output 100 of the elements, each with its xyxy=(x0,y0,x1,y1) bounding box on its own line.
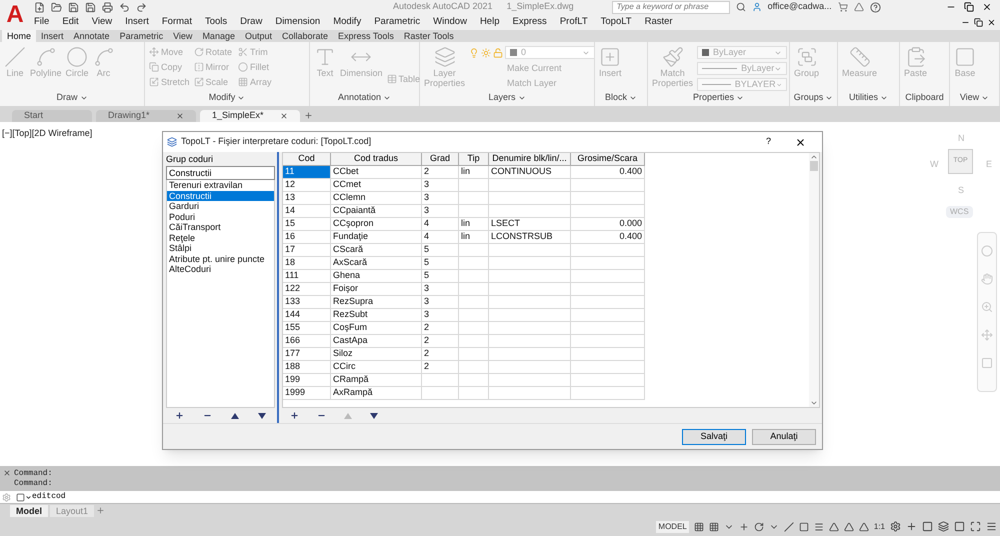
menu-icon[interactable] xyxy=(986,521,997,532)
table-cell: lin xyxy=(459,166,489,179)
table-cell: CCirc xyxy=(331,361,422,374)
close-icon[interactable] xyxy=(795,136,806,148)
scroll-thumb[interactable] xyxy=(810,161,818,171)
group-item[interactable]: Garduri xyxy=(167,201,274,212)
add-icon[interactable] xyxy=(290,411,299,420)
save-as-icon[interactable] xyxy=(85,2,96,12)
group-item[interactable]: Stâlpi xyxy=(167,243,274,254)
group-item[interactable]: Reţele xyxy=(167,232,274,243)
menu-item[interactable]: Modify xyxy=(333,14,362,30)
move-down-icon[interactable] xyxy=(258,412,266,418)
new-file-icon[interactable] xyxy=(34,2,45,12)
undo-icon[interactable] xyxy=(119,2,130,12)
user-icon[interactable] xyxy=(752,2,762,12)
menu-item[interactable]: File xyxy=(34,14,50,30)
gear-icon[interactable] xyxy=(890,521,901,532)
model-button[interactable]: MODEL xyxy=(656,520,689,532)
menu-item[interactable]: Express xyxy=(512,14,547,30)
group-item[interactable]: Atribute pt. unire puncte xyxy=(167,254,274,264)
menu-item[interactable]: Dimension xyxy=(275,14,320,30)
table-cell: 155 xyxy=(283,322,331,335)
group-item[interactable]: CăiTransport xyxy=(167,222,274,232)
close-icon[interactable] xyxy=(176,112,184,120)
menu-item[interactable]: Format xyxy=(162,14,192,30)
table-cell: RezSubt xyxy=(331,309,422,322)
table-cell: 177 xyxy=(283,348,331,361)
menu-item[interactable]: ProfLT xyxy=(560,14,588,30)
table-cell: 0.400 xyxy=(571,231,645,244)
menu-item[interactable]: Raster xyxy=(644,14,673,30)
table-cell: lin xyxy=(459,231,489,244)
layout-tab[interactable]: Model xyxy=(10,505,48,517)
document-tab[interactable]: Start xyxy=(12,110,92,122)
table-cell xyxy=(459,270,489,283)
cart-icon[interactable] xyxy=(838,2,848,12)
printer-icon[interactable] xyxy=(102,2,113,12)
new-tab-icon[interactable] xyxy=(304,111,313,120)
group-item[interactable]: Terenuri extravilan xyxy=(167,180,274,190)
column-header[interactable]: Denumire blk/lin/... xyxy=(489,153,571,166)
column-header[interactable]: Cod xyxy=(283,153,331,166)
close-icon[interactable] xyxy=(280,112,288,120)
menu-item[interactable]: Edit xyxy=(62,14,79,30)
folder-icon[interactable] xyxy=(51,2,62,12)
move-down-icon[interactable] xyxy=(370,412,378,418)
save-icon[interactable] xyxy=(68,2,79,12)
menu-item[interactable]: View xyxy=(92,14,112,30)
document-tab[interactable]: Drawing1* xyxy=(96,110,196,122)
menu-item[interactable]: Draw xyxy=(240,14,262,30)
move-up-icon[interactable] xyxy=(230,412,239,418)
close-icon[interactable] xyxy=(987,18,996,26)
group-item[interactable]: Constructii xyxy=(167,190,274,201)
search-field[interactable]: Type a keyword or phrase xyxy=(612,0,730,14)
table-cell: 12 xyxy=(283,179,331,192)
table-cell: 0.000 xyxy=(571,218,645,231)
table-cell xyxy=(459,257,489,270)
table-cell: LSECT xyxy=(489,218,571,231)
search-icon[interactable] xyxy=(736,2,746,12)
menu-item[interactable]: Help xyxy=(480,14,500,30)
table-cell xyxy=(459,309,489,322)
close-icon[interactable] xyxy=(982,2,992,12)
command-input[interactable]: editcod xyxy=(32,491,1000,503)
add-icon[interactable] xyxy=(175,411,184,420)
viewport-label[interactable]: [−][Top][2D Wireframe] xyxy=(2,127,92,140)
plus-icon[interactable] xyxy=(906,521,917,532)
column-header[interactable]: Grosime/Scara xyxy=(571,153,645,166)
menu-item[interactable]: Parametric xyxy=(374,14,420,30)
column-header[interactable]: Tip xyxy=(459,153,489,166)
user-account[interactable]: office@cadwa... xyxy=(768,0,832,14)
dialog-button[interactable]: Anulaţi xyxy=(752,428,816,444)
table-cell: CCşopron xyxy=(331,218,422,231)
table-cell: CClemn xyxy=(331,192,422,205)
group-field[interactable]: Constructii xyxy=(166,166,275,180)
group-label: Grup coduri xyxy=(166,153,214,166)
scale-button[interactable]: 1:1 xyxy=(874,520,885,532)
column-header[interactable]: Cod tradus xyxy=(331,153,422,166)
group-item[interactable]: AlteCoduri xyxy=(167,264,274,274)
scroll-down-icon[interactable] xyxy=(810,399,818,407)
dialog-button[interactable]: Salvaţi xyxy=(682,428,746,444)
redo-icon[interactable] xyxy=(136,2,147,12)
restore-icon[interactable] xyxy=(964,2,974,12)
menu-item[interactable]: Tools xyxy=(204,14,228,30)
document-tab[interactable]: 1_SimpleEx* xyxy=(200,110,300,122)
scrollbar[interactable] xyxy=(809,153,819,407)
app-logo[interactable]: A xyxy=(6,3,24,27)
column-header[interactable]: Grad xyxy=(422,153,459,166)
table-cell: 2 xyxy=(422,348,459,361)
grid-icon[interactable] xyxy=(694,522,704,532)
table-cell: 3 xyxy=(422,283,459,296)
help-button[interactable]: ? xyxy=(766,135,771,149)
group-item[interactable]: Poduri xyxy=(167,212,274,222)
file-name: 1_SimpleEx.dwg xyxy=(506,0,574,14)
triangle-icon[interactable] xyxy=(854,2,864,12)
menu-item[interactable]: TopoLT xyxy=(600,14,632,30)
fullscreen-icon[interactable] xyxy=(970,521,981,532)
help-icon[interactable] xyxy=(870,2,881,12)
menu-item[interactable]: Insert xyxy=(125,14,149,30)
menu-item[interactable]: Window xyxy=(433,14,467,30)
caret-icon[interactable] xyxy=(25,494,32,500)
scroll-up-icon[interactable] xyxy=(810,153,818,161)
restore-icon[interactable] xyxy=(974,18,983,26)
